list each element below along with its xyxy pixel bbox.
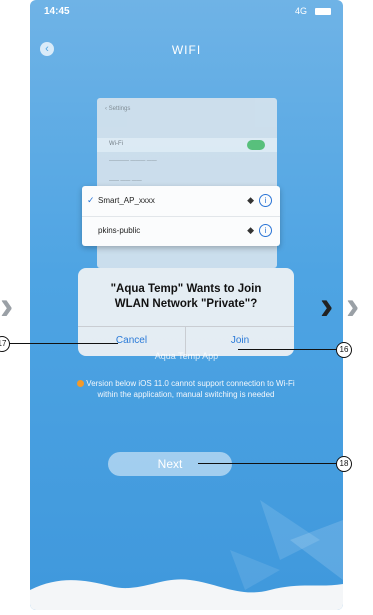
decor-triangle [230,550,280,590]
callout-line-join [238,349,338,350]
version-warning-text: Version below iOS 11.0 cannot support co… [86,379,295,399]
warning-dot-icon [77,380,85,387]
wifi-toggle-row: Wi-Fi [97,138,277,152]
settings-header: ‹ Settings [105,106,131,112]
next-button[interactable]: Next [108,452,232,476]
callout-number-18: 18 [336,456,352,472]
wifi-signal-icon: ◆ [247,195,254,205]
version-warning: Version below iOS 11.0 cannot support co… [66,378,306,400]
wifi-network-list: ✓ Smart_AP_xxxx ◆ i pkins-public ◆ i [82,186,280,246]
wifi-signal-icon: ◆ [247,225,254,235]
callout-line-next [198,463,338,464]
page-title: WIFI [171,43,202,57]
phone-screen: 14:45 4G ‹ WIFI ‹ Settings Wi-Fi ———— ——… [30,0,343,610]
wifi-network-name: pkins-public [98,226,141,235]
callout-line-cancel [6,343,118,344]
network-hint: ———— ——— —— [109,158,157,164]
alert-title-line2: WLAN Network "Private"? [114,298,258,310]
status-bar: 14:45 4G [30,0,343,22]
alert-title: "Aqua Temp" Wants to Join WLAN Network "… [78,282,294,312]
status-time: 14:45 [44,6,70,17]
wifi-toggle [247,140,265,150]
info-icon[interactable]: i [259,224,272,237]
next-panel-chevron-icon: › [320,284,334,328]
battery-icon [315,8,331,15]
choose-network-hint: —— —— —— [109,178,142,184]
previous-panel-chevron-icon: › [0,284,14,328]
app-name-label: Aqua Temp App [154,351,219,361]
next-panel-chevron-icon: › [346,284,360,328]
info-icon[interactable]: i [259,194,272,207]
wifi-network-row[interactable]: pkins-public ◆ i [82,216,280,246]
wifi-network-row[interactable]: ✓ Smart_AP_xxxx ◆ i [82,186,280,217]
wave-decoration [30,500,343,610]
alert-title-line1: "Aqua Temp" Wants to Join [110,283,262,295]
check-icon: ✓ [87,195,95,205]
wifi-row-label: Wi-Fi [109,141,123,147]
callout-number-17: 17 [0,336,10,352]
wave-shape [30,579,343,610]
signal-indicator: 4G [294,6,307,16]
wifi-network-name: Smart_AP_xxxx [98,196,155,205]
callout-number-16: 16 [336,342,352,358]
